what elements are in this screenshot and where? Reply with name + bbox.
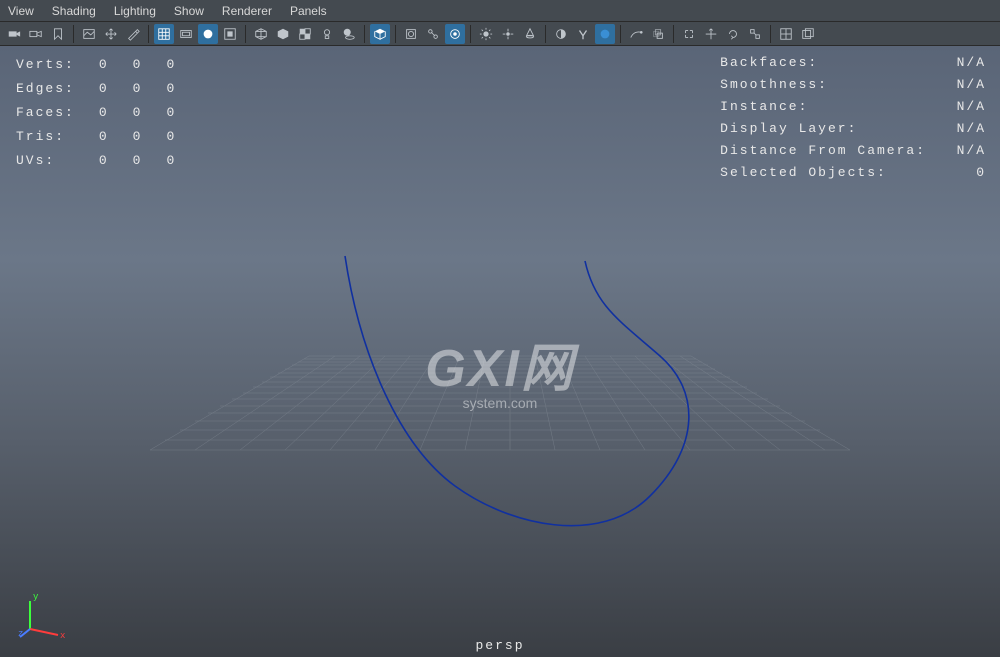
- motion-trail-icon[interactable]: [626, 24, 646, 44]
- separator: [770, 25, 771, 43]
- gamma-icon[interactable]: [573, 24, 593, 44]
- xray-joints-icon[interactable]: [423, 24, 443, 44]
- separator: [545, 25, 546, 43]
- gate-mask-icon[interactable]: [220, 24, 240, 44]
- snap-icon[interactable]: [679, 24, 699, 44]
- separator: [470, 25, 471, 43]
- sun-icon[interactable]: [476, 24, 496, 44]
- separator: [395, 25, 396, 43]
- menu-panels[interactable]: Panels: [290, 4, 327, 18]
- bookmark-icon[interactable]: [48, 24, 68, 44]
- isolate-select-icon[interactable]: [370, 24, 390, 44]
- film-gate-icon[interactable]: [176, 24, 196, 44]
- scale-icon[interactable]: [745, 24, 765, 44]
- select-camera-icon[interactable]: [4, 24, 24, 44]
- menu-renderer[interactable]: Renderer: [222, 4, 272, 18]
- grease-pencil-icon[interactable]: [123, 24, 143, 44]
- svg-text:y: y: [33, 592, 39, 602]
- layout-icon[interactable]: [776, 24, 796, 44]
- color-mgmt-icon[interactable]: [595, 24, 615, 44]
- separator: [620, 25, 621, 43]
- shadows-icon[interactable]: [339, 24, 359, 44]
- view-axis-gizmo: y x z: [18, 589, 68, 639]
- watermark: GXI网 system.com: [425, 326, 575, 411]
- grid-icon[interactable]: [154, 24, 174, 44]
- point-light-icon[interactable]: [498, 24, 518, 44]
- menu-lighting[interactable]: Lighting: [114, 4, 156, 18]
- 2d-pan-icon[interactable]: [101, 24, 121, 44]
- translate-icon[interactable]: [701, 24, 721, 44]
- xray-icon[interactable]: [401, 24, 421, 44]
- rotate-icon[interactable]: [723, 24, 743, 44]
- separator: [245, 25, 246, 43]
- hud-display-stats: Backfaces:N/A Smoothness:N/A Instance:N/…: [720, 52, 986, 184]
- menu-shading[interactable]: Shading: [52, 4, 96, 18]
- spot-light-icon[interactable]: [520, 24, 540, 44]
- separator: [364, 25, 365, 43]
- camera-label: persp: [475, 638, 524, 653]
- separator: [73, 25, 74, 43]
- viewport-toolbar: [0, 22, 1000, 46]
- tear-off-icon[interactable]: [798, 24, 818, 44]
- menu-bar: View Shading Lighting Show Renderer Pane…: [0, 0, 1000, 22]
- renderer-icon[interactable]: [445, 24, 465, 44]
- separator: [148, 25, 149, 43]
- viewport[interactable]: Verts:000 Edges:000 Faces:000 Tris:000 U…: [0, 46, 1000, 657]
- ghosting-icon[interactable]: [648, 24, 668, 44]
- resolution-gate-icon[interactable]: [198, 24, 218, 44]
- shaded-icon[interactable]: [273, 24, 293, 44]
- menu-show[interactable]: Show: [174, 4, 204, 18]
- separator: [673, 25, 674, 43]
- exposure-icon[interactable]: [551, 24, 571, 44]
- textured-icon[interactable]: [295, 24, 315, 44]
- menu-view[interactable]: View: [8, 4, 34, 18]
- image-plane-icon[interactable]: [79, 24, 99, 44]
- hud-poly-stats: Verts:000 Edges:000 Faces:000 Tris:000 U…: [14, 52, 200, 174]
- wireframe-icon[interactable]: [251, 24, 271, 44]
- svg-text:z: z: [18, 629, 23, 639]
- camera-icon[interactable]: [26, 24, 46, 44]
- lights-icon[interactable]: [317, 24, 337, 44]
- svg-text:x: x: [60, 631, 65, 639]
